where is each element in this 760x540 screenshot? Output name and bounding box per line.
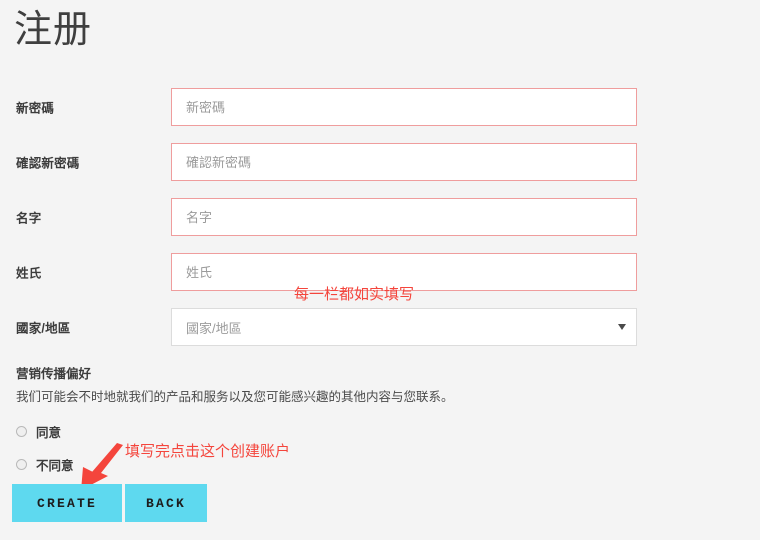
radio-option-disagree[interactable]: 不同意 <box>16 455 74 474</box>
radio-icon[interactable] <box>16 426 27 437</box>
preferences-description: 我们可能会不时地就我们的产品和服务以及您可能感兴趣的其他内容与您联系。 <box>16 390 454 404</box>
label-new-password: 新密碼 <box>16 101 55 116</box>
back-button[interactable]: BACK <box>125 484 207 522</box>
radio-option-agree[interactable]: 同意 <box>16 422 61 441</box>
label-last-name: 姓氏 <box>16 266 42 281</box>
page-title: 注册 <box>14 9 93 51</box>
form-row-country: 國家/地區 國家/地區 <box>0 308 760 346</box>
label-country: 國家/地區 <box>16 321 71 336</box>
radio-label-agree: 同意 <box>36 426 62 440</box>
radio-label-disagree: 不同意 <box>36 459 74 473</box>
signup-page: 注册 新密碼 確認新密碼 名字 姓氏 國家/地區 國家/地區 营销传播偏好 我们… <box>0 0 760 540</box>
confirm-new-password-input[interactable] <box>171 143 637 181</box>
country-select-box[interactable]: 國家/地區 <box>171 308 637 346</box>
country-select-value: 國家/地區 <box>186 320 242 336</box>
annotation-click-create: 填写完点击这个创建账户 <box>125 443 291 460</box>
annotation-fill-all: 每一栏都如实填写 <box>294 286 415 303</box>
radio-icon[interactable] <box>16 459 27 470</box>
form-row-confirm-new-password: 確認新密碼 <box>0 143 760 181</box>
label-first-name: 名字 <box>16 211 42 226</box>
form-row-first-name: 名字 <box>0 198 760 236</box>
form-row-new-password: 新密碼 <box>0 88 760 126</box>
new-password-input[interactable] <box>171 88 637 126</box>
country-select[interactable]: 國家/地區 <box>171 308 637 346</box>
preferences-heading: 营销传播偏好 <box>16 367 92 381</box>
first-name-input[interactable] <box>171 198 637 236</box>
chevron-down-icon <box>618 324 626 330</box>
label-confirm-new-password: 確認新密碼 <box>16 156 80 171</box>
create-button[interactable]: CREATE <box>12 484 122 522</box>
